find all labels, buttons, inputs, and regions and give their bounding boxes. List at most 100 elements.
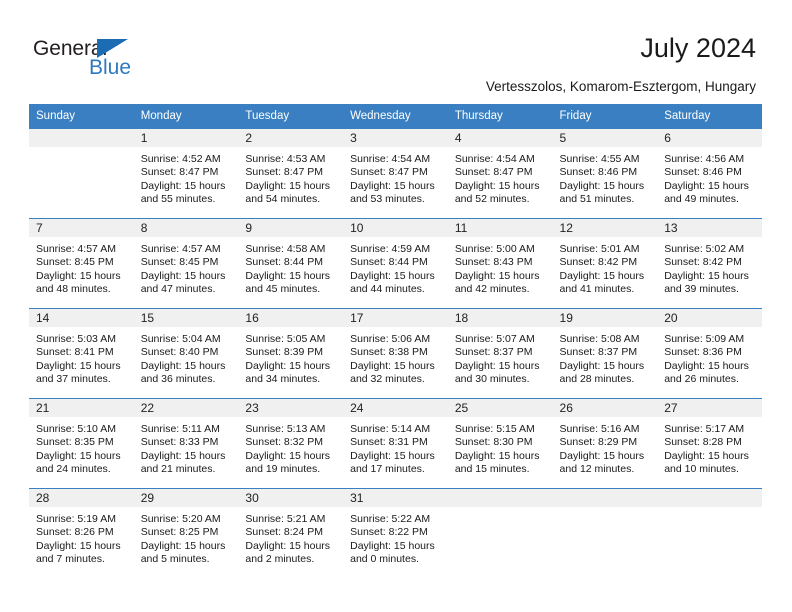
sunset-text: Sunset: 8:47 PM	[245, 166, 324, 179]
day-cell[interactable]	[29, 128, 134, 219]
sunset-text: Sunset: 8:26 PM	[36, 526, 114, 539]
day-cell[interactable]: 15 Sunrise: 5:04 AM Sunset: 8:40 PM Dayligh…	[133, 308, 239, 399]
day-cell[interactable]: 30 Sunrise: 5:21 AM Sunset: 8:24 PM Dayligh…	[238, 488, 344, 578]
daylight-text-line1: Daylight: 15 hours	[140, 539, 226, 552]
daylight-text-line2: and 26 minutes.	[664, 373, 739, 386]
day-details: Sunrise: 5:16 AM Sunset: 8:29 PM Daylight:…	[553, 417, 658, 477]
sunset-text: Sunset: 8:38 PM	[350, 346, 428, 359]
sunset-text: Sunset: 8:39 PM	[245, 346, 324, 359]
day-details: Sunrise: 4:53 AM Sunset: 8:47 PM Daylight:…	[238, 147, 343, 207]
logo-text-blue: Blue	[89, 56, 132, 79]
day-number: 21	[29, 399, 134, 417]
sunrise-text: Sunrise: 4:52 AM	[140, 153, 221, 165]
day-cell[interactable]: 18 Sunrise: 5:07 AM Sunset: 8:37 PM Dayligh…	[447, 308, 553, 399]
sunrise-text: Sunrise: 5:05 AM	[245, 333, 326, 345]
day-number: 1	[133, 129, 239, 147]
daylight-text-line1: Daylight: 15 hours	[454, 449, 540, 462]
day-details: Sunrise: 5:05 AM Sunset: 8:39 PM Daylight:…	[238, 327, 343, 387]
daylight-text-line1: Daylight: 15 hours	[245, 539, 331, 552]
daylight-text-line1: Daylight: 15 hours	[140, 269, 226, 282]
calendar-table: Sunday Monday Tuesday Wednesday Thursday…	[29, 104, 762, 578]
day-number: 2	[238, 129, 344, 147]
day-cell[interactable]	[447, 488, 553, 578]
day-cell[interactable]: 26 Sunrise: 5:16 AM Sunset: 8:29 PM Dayligh…	[552, 398, 658, 489]
daylight-text-line2: and 45 minutes.	[245, 283, 321, 296]
day-number: 31	[343, 489, 448, 507]
day-details: Sunrise: 4:54 AM Sunset: 8:47 PM Daylight:…	[448, 147, 553, 207]
sunrise-text: Sunrise: 5:00 AM	[454, 243, 535, 255]
day-cell[interactable]: 6 Sunrise: 4:56 AM Sunset: 8:46 PM Daylight…	[657, 128, 762, 219]
sunset-text: Sunset: 8:47 PM	[140, 166, 219, 179]
day-cell[interactable]: 17 Sunrise: 5:06 AM Sunset: 8:38 PM Dayligh…	[343, 308, 448, 399]
daylight-text-line2: and 44 minutes.	[350, 283, 425, 296]
day-cell[interactable]: 1 Sunrise: 4:52 AM Sunset: 8:47 PM Daylight…	[133, 128, 239, 219]
day-cell[interactable]: 14 Sunrise: 5:03 AM Sunset: 8:41 PM Dayligh…	[29, 308, 134, 399]
daylight-text-line2: and 19 minutes.	[245, 463, 321, 476]
day-cell[interactable]: 21 Sunrise: 5:10 AM Sunset: 8:35 PM Dayligh…	[29, 398, 134, 489]
daylight-text-line1: Daylight: 15 hours	[350, 539, 435, 552]
day-cell[interactable]: 24 Sunrise: 5:14 AM Sunset: 8:31 PM Dayligh…	[343, 398, 448, 489]
page-header: General Blue July 2024 Vertesszolos, Kom…	[0, 0, 792, 100]
day-cell[interactable]: 5 Sunrise: 4:55 AM Sunset: 8:46 PM Daylight…	[552, 128, 658, 219]
page-title: July 2024	[640, 33, 756, 63]
day-number: 24	[343, 399, 448, 417]
daylight-text-line1: Daylight: 15 hours	[664, 179, 749, 192]
sunset-text: Sunset: 8:32 PM	[245, 436, 324, 449]
weekday-header-saturday: Saturday	[657, 104, 762, 129]
day-cell[interactable]: 13 Sunrise: 5:02 AM Sunset: 8:42 PM Dayligh…	[657, 218, 762, 309]
sunrise-text: Sunrise: 5:15 AM	[454, 423, 535, 435]
day-number: 27	[657, 399, 762, 417]
general-blue-logo[interactable]: General Blue	[33, 37, 203, 83]
day-cell[interactable]: 2 Sunrise: 4:53 AM Sunset: 8:47 PM Daylight…	[238, 128, 344, 219]
day-number: 28	[29, 489, 134, 507]
daylight-text-line2: and 48 minutes.	[36, 283, 111, 296]
day-cell[interactable]: 12 Sunrise: 5:01 AM Sunset: 8:42 PM Dayligh…	[552, 218, 658, 309]
daylight-text-line2: and 37 minutes.	[36, 373, 111, 386]
day-cell[interactable]: 23 Sunrise: 5:13 AM Sunset: 8:32 PM Dayligh…	[238, 398, 344, 489]
sunrise-text: Sunrise: 5:04 AM	[140, 333, 221, 345]
day-cell[interactable]: 28 Sunrise: 5:19 AM Sunset: 8:26 PM Dayligh…	[29, 488, 134, 578]
daylight-text-line1: Daylight: 15 hours	[559, 179, 645, 192]
day-cell[interactable]	[657, 488, 762, 578]
day-details: Sunrise: 5:02 AM Sunset: 8:42 PM Daylight:…	[657, 237, 762, 297]
day-details: Sunrise: 5:11 AM Sunset: 8:33 PM Daylight:…	[134, 417, 239, 477]
day-cell[interactable]: 22 Sunrise: 5:11 AM Sunset: 8:33 PM Dayligh…	[133, 398, 239, 489]
sunset-text: Sunset: 8:42 PM	[664, 256, 742, 269]
day-cell[interactable]: 25 Sunrise: 5:15 AM Sunset: 8:30 PM Dayligh…	[447, 398, 553, 489]
daylight-text-line2: and 15 minutes.	[454, 463, 530, 476]
day-cell[interactable]: 27 Sunrise: 5:17 AM Sunset: 8:28 PM Dayligh…	[657, 398, 762, 489]
day-cell[interactable]: 19 Sunrise: 5:08 AM Sunset: 8:37 PM Dayligh…	[552, 308, 658, 399]
day-number: 13	[657, 219, 762, 237]
sunrise-text: Sunrise: 4:57 AM	[140, 243, 221, 255]
day-cell[interactable]	[552, 488, 658, 578]
day-details: Sunrise: 4:57 AM Sunset: 8:45 PM Daylight:…	[134, 237, 239, 297]
sunrise-text: Sunrise: 5:06 AM	[350, 333, 431, 345]
day-cell[interactable]: 3 Sunrise: 4:54 AM Sunset: 8:47 PM Daylight…	[343, 128, 448, 219]
daylight-text-line2: and 51 minutes.	[559, 193, 635, 206]
day-cell[interactable]: 16 Sunrise: 5:05 AM Sunset: 8:39 PM Dayligh…	[238, 308, 344, 399]
day-cell[interactable]: 29 Sunrise: 5:20 AM Sunset: 8:25 PM Dayligh…	[133, 488, 239, 578]
day-cell[interactable]: 7 Sunrise: 4:57 AM Sunset: 8:45 PM Daylight…	[29, 218, 134, 309]
day-cell[interactable]: 9 Sunrise: 4:58 AM Sunset: 8:44 PM Daylight…	[238, 218, 344, 309]
daylight-text-line1: Daylight: 15 hours	[245, 449, 331, 462]
sunset-text: Sunset: 8:29 PM	[559, 436, 638, 449]
day-cell[interactable]: 10 Sunrise: 4:59 AM Sunset: 8:44 PM Dayligh…	[343, 218, 448, 309]
day-details: Sunrise: 4:57 AM Sunset: 8:45 PM Daylight:…	[29, 237, 134, 297]
day-cell[interactable]: 31 Sunrise: 5:22 AM Sunset: 8:22 PM Dayligh…	[343, 488, 448, 578]
daylight-text-line1: Daylight: 15 hours	[36, 359, 121, 372]
daylight-text-line1: Daylight: 15 hours	[245, 359, 331, 372]
sunset-text: Sunset: 8:45 PM	[36, 256, 114, 269]
weekday-header-sunday: Sunday	[29, 104, 134, 129]
sunset-text: Sunset: 8:40 PM	[140, 346, 219, 359]
day-number: 18	[447, 309, 553, 327]
sunset-text: Sunset: 8:44 PM	[245, 256, 324, 269]
sunrise-text: Sunrise: 5:22 AM	[350, 513, 431, 525]
day-cell[interactable]: 4 Sunrise: 4:54 AM Sunset: 8:47 PM Daylight…	[447, 128, 553, 219]
sunrise-text: Sunrise: 5:09 AM	[664, 333, 745, 345]
day-cell[interactable]: 11 Sunrise: 5:00 AM Sunset: 8:43 PM Dayligh…	[447, 218, 553, 309]
day-details: Sunrise: 5:13 AM Sunset: 8:32 PM Daylight:…	[238, 417, 343, 477]
day-cell[interactable]: 20 Sunrise: 5:09 AM Sunset: 8:36 PM Dayligh…	[657, 308, 762, 399]
daylight-text-line2: and 54 minutes.	[245, 193, 321, 206]
daylight-text-line2: and 12 minutes.	[559, 463, 635, 476]
day-cell[interactable]: 8 Sunrise: 4:57 AM Sunset: 8:45 PM Daylight…	[133, 218, 239, 309]
